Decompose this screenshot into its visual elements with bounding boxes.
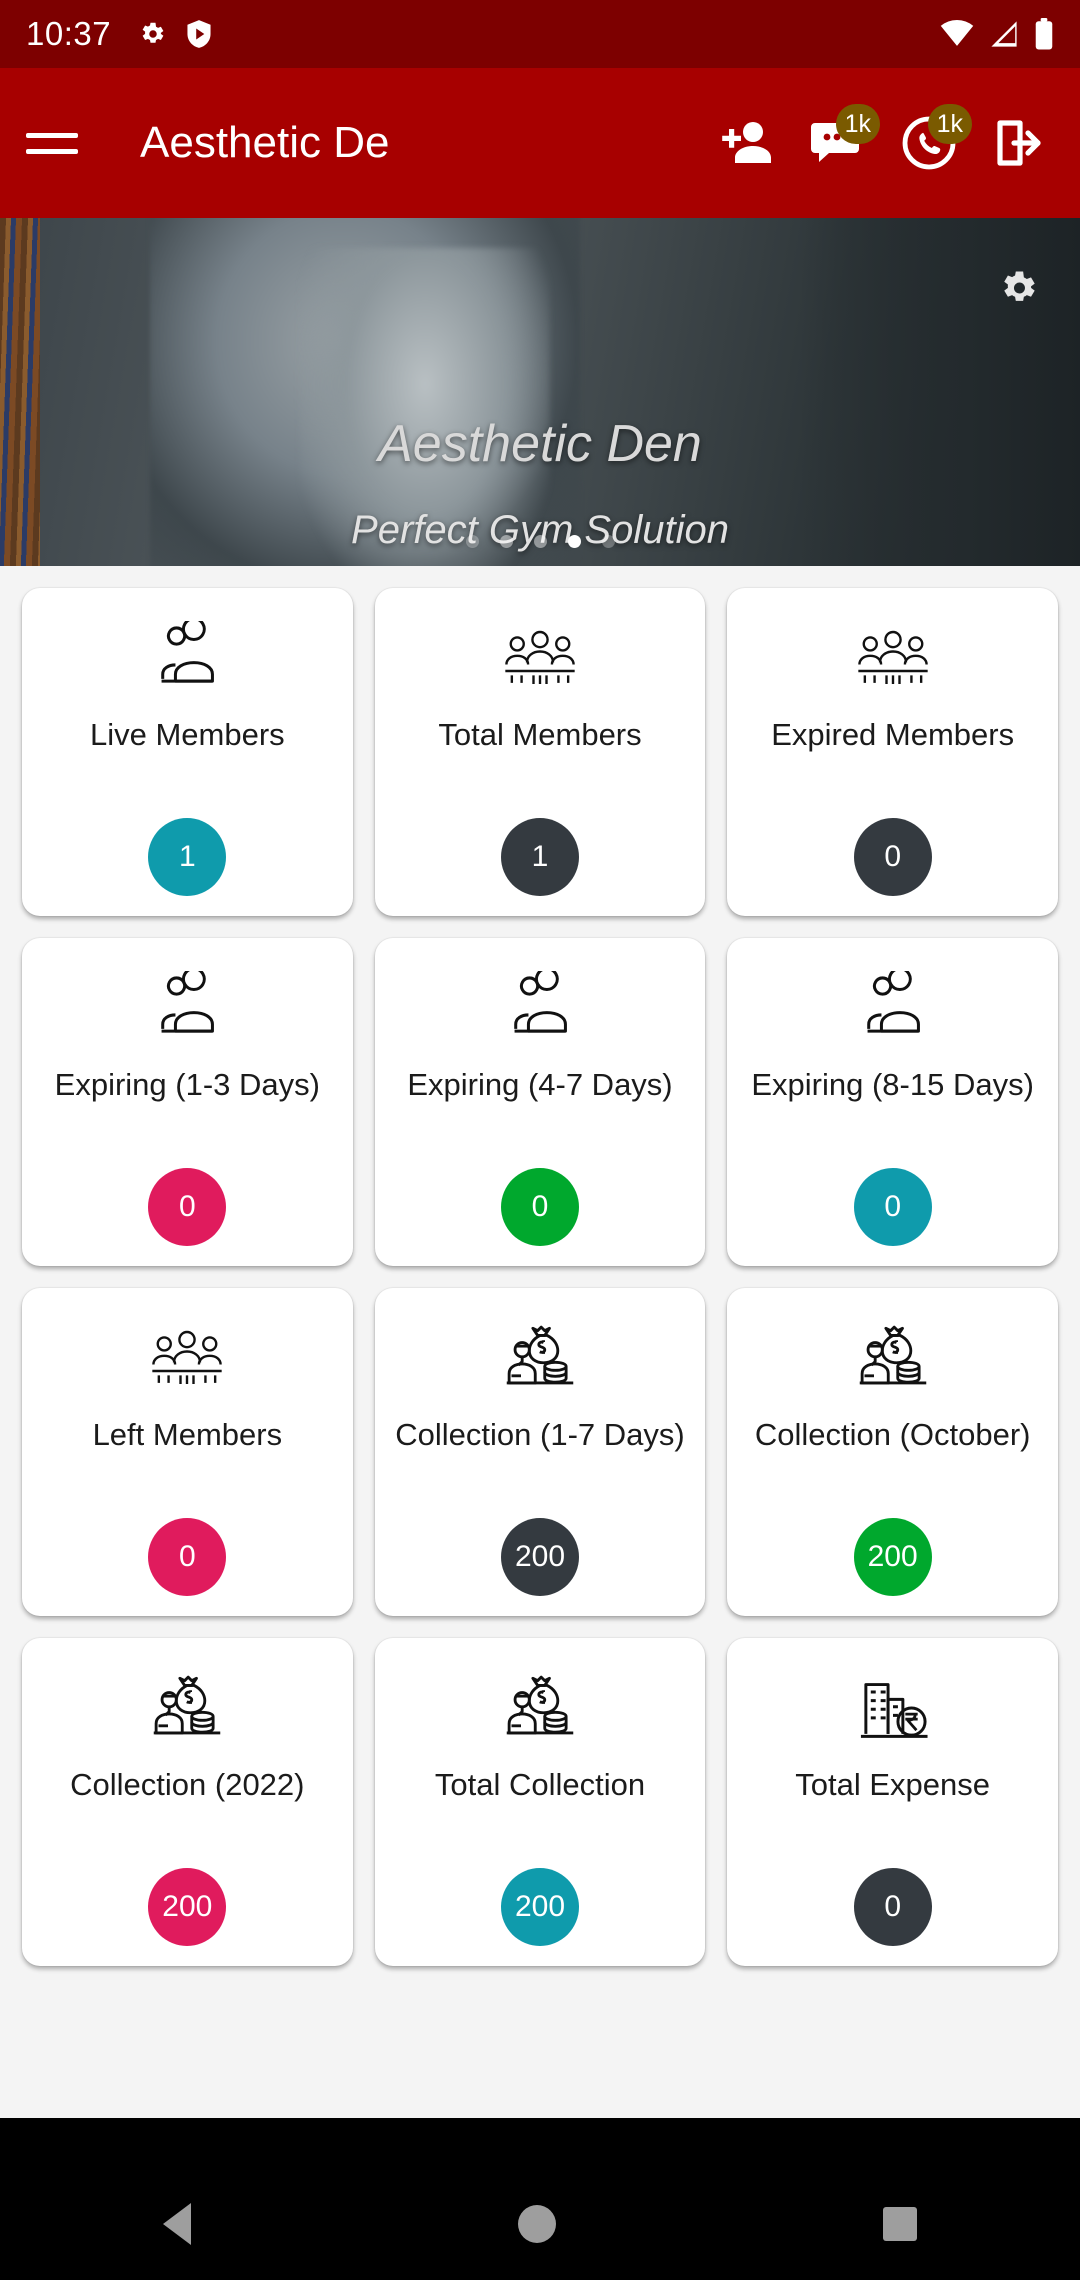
bottom-filler [0,2118,1080,2168]
gear-icon [137,19,167,49]
building-rupee-icon [856,1662,930,1754]
app-bar: Aesthetic De 1k 1k [0,68,1080,218]
two-people-icon [503,962,577,1054]
play-protect-shield-icon [185,19,213,49]
stat-card-label: Collection (2022) [70,1767,305,1802]
stat-card[interactable]: Collection (2022) 200 [22,1638,353,1966]
stat-card[interactable]: Live Members 1 [22,588,353,916]
stat-card[interactable]: Left Members 0 [22,1288,353,1616]
group-people-icon [854,612,932,704]
hero-settings-button[interactable] [996,266,1040,315]
hamburger-menu-icon[interactable] [26,123,78,163]
home-circle-icon[interactable] [517,2205,556,2243]
logout-button[interactable] [988,110,1054,176]
system-nav-bar [0,2168,1080,2280]
group-people-icon [501,612,579,704]
stat-card-value-badge: 0 [500,1168,579,1246]
stat-card[interactable]: Expiring (8-15 Days) 0 [727,938,1058,1266]
stat-card-value-badge: 200 [148,1868,227,1946]
stat-card-value-badge: 0 [148,1518,227,1596]
wifi-icon [940,20,974,48]
stat-card-label: Expiring (8-15 Days) [751,1067,1034,1102]
stat-card[interactable]: Expiring (1-3 Days) 0 [22,938,353,1266]
two-people-icon [856,962,930,1054]
whatsapp-button[interactable]: 1k [896,104,972,176]
status-bar: 10:37 [0,0,1080,68]
stat-card-grid: Live Members 1 Total Members 1 Expired Mem… [0,566,1080,1966]
stat-card-value-badge: 200 [500,1868,579,1946]
hero-title: Aesthetic Den [378,415,702,473]
carousel-dot[interactable] [601,535,615,548]
app-bar-actions: 1k 1k [712,104,1054,176]
stat-card-value-badge: 1 [500,818,579,896]
carousel-dot[interactable] [499,535,513,548]
stat-card-label: Total Members [438,717,642,752]
recents-square-icon[interactable] [882,2207,917,2241]
hero-carousel[interactable]: Aesthetic Den Perfect Gym Solution [0,218,1080,566]
status-bar-clock: 10:37 [26,15,112,52]
stat-card[interactable]: Total Collection 200 [374,1638,706,1966]
logout-icon [994,117,1048,169]
sms-chat-button[interactable]: 1k [804,104,880,176]
stat-card[interactable]: Collection (1-7 Days) 200 [374,1288,706,1616]
carousel-dot-active[interactable] [567,535,581,548]
stat-card-label: Expiring (1-3 Days) [54,1067,320,1102]
sms-chat-badge: 1k [835,104,880,144]
group-people-icon [148,1312,226,1404]
carousel-dots[interactable] [0,535,1080,548]
back-triangle-icon[interactable] [163,2203,192,2245]
carousel-dot[interactable] [533,535,547,548]
carousel-dot[interactable] [465,535,479,548]
status-bar-notification-icons [137,19,213,49]
two-people-icon [150,612,224,704]
app-screen: 10:37 Aesthetic De 1k 1k Aesthetic Den P… [0,0,1080,2280]
two-people-icon [150,962,224,1054]
stat-card-value-badge: 0 [853,1868,932,1946]
stat-card[interactable]: Collection (October) 200 [727,1288,1058,1616]
add-member-button[interactable] [712,110,778,176]
add-member-icon [717,117,773,169]
stat-card-value-badge: 0 [148,1168,227,1246]
stat-card-label: Total Collection [434,1767,646,1802]
stat-card[interactable]: Total Expense 0 [727,1638,1058,1966]
stat-card-label: Expiring (4-7 Days) [407,1067,673,1102]
stat-card[interactable]: Expiring (4-7 Days) 0 [374,938,706,1266]
stat-card-value-badge: 0 [853,1168,932,1246]
stat-card[interactable]: Expired Members 0 [727,588,1058,916]
money-bag-person-icon [502,1312,578,1404]
battery-icon [1034,18,1054,50]
stat-card-label: Expired Members [771,717,1015,752]
money-bag-person-icon [149,1662,225,1754]
money-bag-person-icon [855,1312,931,1404]
signal-icon [988,20,1020,48]
stat-card-value-badge: 1 [148,818,227,896]
stat-card-label: Total Expense [795,1767,991,1802]
stat-card[interactable]: Total Members 1 [374,588,706,916]
stat-card-label: Collection (October) [754,1417,1031,1452]
whatsapp-badge: 1k [927,104,972,144]
money-bag-person-icon [502,1662,578,1754]
status-bar-system-icons [940,18,1054,50]
app-title: Aesthetic De [140,118,390,167]
stat-card-value-badge: 200 [500,1518,579,1596]
stat-card-label: Left Members [92,1417,283,1452]
stat-card-label: Live Members [89,717,285,752]
stat-card-label: Collection (1-7 Days) [395,1417,685,1452]
stat-card-value-badge: 200 [853,1518,932,1596]
stat-card-value-badge: 0 [853,818,932,896]
